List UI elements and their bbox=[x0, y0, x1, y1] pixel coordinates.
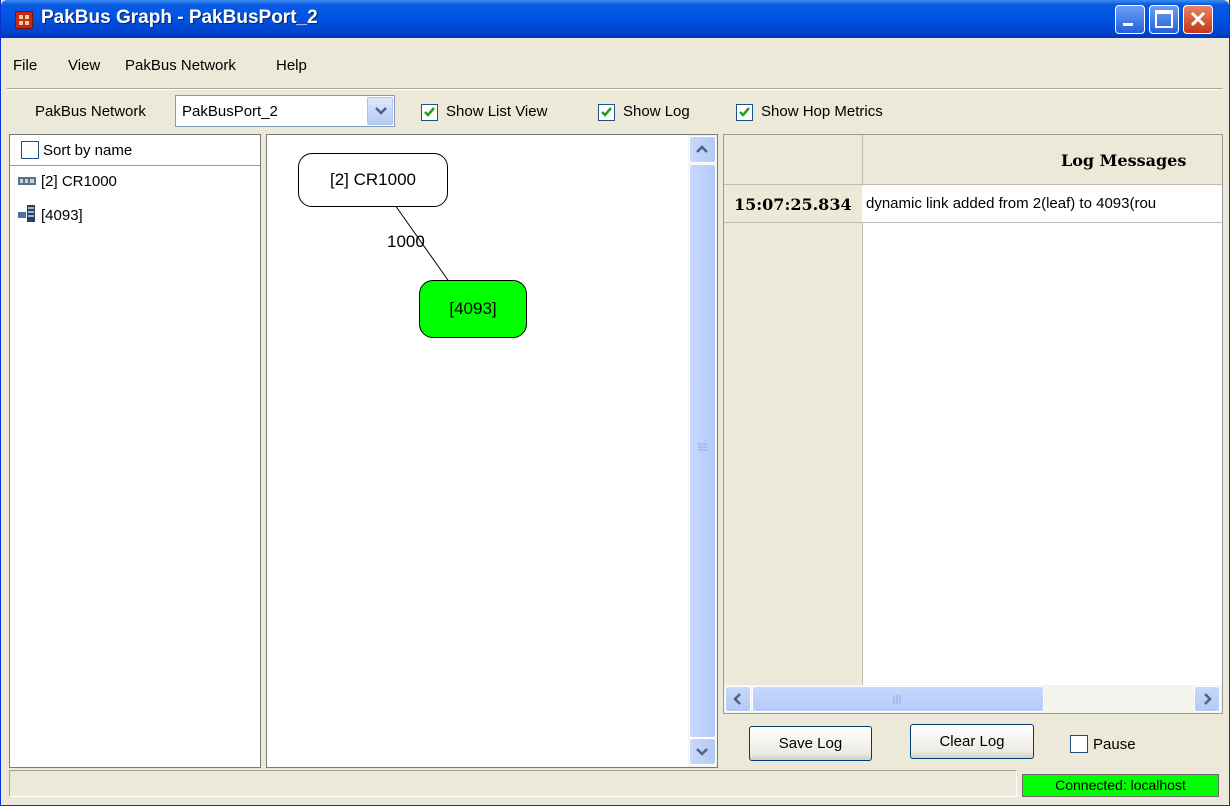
maximize-icon bbox=[1155, 10, 1173, 28]
menu-separator bbox=[7, 88, 1223, 90]
app-icon bbox=[15, 11, 33, 29]
pause-label[interactable]: Pause bbox=[1093, 736, 1136, 753]
checkmark-icon bbox=[739, 107, 750, 117]
scroll-down-button[interactable] bbox=[689, 738, 716, 765]
datalogger-icon bbox=[18, 174, 36, 191]
close-button[interactable] bbox=[1183, 5, 1213, 34]
show-list-view-checkbox[interactable] bbox=[421, 104, 438, 121]
log-header: Log Messages bbox=[1061, 151, 1187, 170]
network-select[interactable]: PakBusPort_2 bbox=[175, 95, 395, 127]
grip-icon bbox=[698, 443, 707, 451]
chevron-left-icon bbox=[733, 693, 741, 705]
checkmark-icon bbox=[601, 107, 612, 117]
show-list-view-label[interactable]: Show List View bbox=[446, 103, 547, 120]
chevron-up-icon bbox=[696, 145, 708, 153]
sort-by-name-checkbox[interactable] bbox=[21, 141, 39, 159]
list-view-pane: Sort by name [2] CR1000 [4093] bbox=[9, 134, 261, 768]
menu-bar: File View PakBus Network Help bbox=[1, 38, 1229, 88]
save-log-button[interactable]: Save Log bbox=[749, 726, 872, 761]
menu-file[interactable]: File bbox=[13, 57, 37, 74]
show-log-checkbox[interactable] bbox=[598, 104, 615, 121]
list-item[interactable]: [2] CR1000 bbox=[18, 173, 117, 191]
graph-pane: 1000 [2] CR1000 [4093] bbox=[266, 134, 718, 768]
menu-view[interactable]: View bbox=[68, 57, 100, 74]
horizontal-scroll-thumb[interactable] bbox=[752, 686, 1044, 712]
menu-pakbus-network[interactable]: PakBus Network bbox=[125, 57, 236, 74]
title-bar[interactable]: PakBus Graph - PakBusPort_2 bbox=[1, 0, 1229, 38]
maximize-button[interactable] bbox=[1149, 5, 1179, 34]
graph-node-cr1000[interactable]: [2] CR1000 bbox=[298, 153, 448, 207]
close-icon bbox=[1190, 11, 1206, 27]
sort-by-name-label[interactable]: Sort by name bbox=[43, 142, 132, 159]
network-select-value: PakBusPort_2 bbox=[182, 103, 278, 120]
status-field bbox=[9, 770, 1017, 797]
pause-checkbox[interactable] bbox=[1070, 735, 1088, 753]
chevron-down-icon bbox=[375, 107, 387, 115]
log-time: 15:07:25.834 bbox=[734, 195, 852, 214]
log-empty-area bbox=[863, 223, 1222, 685]
network-server-icon bbox=[18, 205, 36, 227]
scroll-right-button[interactable] bbox=[1194, 686, 1220, 712]
graph-vertical-scrollbar[interactable] bbox=[688, 135, 717, 767]
log-message: dynamic link added from 2(leaf) to 4093(… bbox=[866, 195, 1157, 212]
edge-label: 1000 bbox=[387, 232, 425, 251]
list-item-label: [4093] bbox=[41, 206, 83, 224]
minimize-icon bbox=[1123, 23, 1133, 26]
show-hop-metrics-checkbox[interactable] bbox=[736, 104, 753, 121]
minimize-button[interactable] bbox=[1115, 5, 1145, 34]
log-pane: Log Messages 15:07:25.834 dynamic link a… bbox=[723, 134, 1223, 714]
show-hop-metrics-label[interactable]: Show Hop Metrics bbox=[761, 103, 883, 120]
log-horizontal-scrollbar[interactable] bbox=[724, 685, 1222, 713]
grip-icon bbox=[893, 695, 901, 704]
scroll-up-button[interactable] bbox=[689, 136, 716, 163]
network-label: PakBus Network bbox=[35, 103, 146, 120]
graph-edges bbox=[394, 204, 451, 284]
menu-help[interactable]: Help bbox=[276, 57, 307, 74]
list-item-label: [2] CR1000 bbox=[41, 173, 117, 190]
list-item[interactable]: [4093] bbox=[18, 205, 83, 227]
clear-log-button[interactable]: Clear Log bbox=[910, 724, 1034, 759]
scroll-thumb[interactable] bbox=[689, 164, 716, 738]
chevron-down-icon bbox=[696, 748, 708, 756]
show-log-label[interactable]: Show Log bbox=[623, 103, 690, 120]
window-title: PakBus Graph - PakBusPort_2 bbox=[41, 7, 318, 28]
connection-status: Connected: localhost bbox=[1022, 774, 1219, 797]
scroll-left-button[interactable] bbox=[725, 686, 751, 712]
graph-node-4093[interactable]: [4093] bbox=[419, 280, 527, 338]
chevron-right-icon bbox=[1204, 693, 1212, 705]
network-select-dropdown-button[interactable] bbox=[367, 97, 393, 125]
checkmark-icon bbox=[424, 107, 435, 117]
app-window: PakBus Graph - PakBusPort_2 File View Pa… bbox=[0, 0, 1230, 806]
